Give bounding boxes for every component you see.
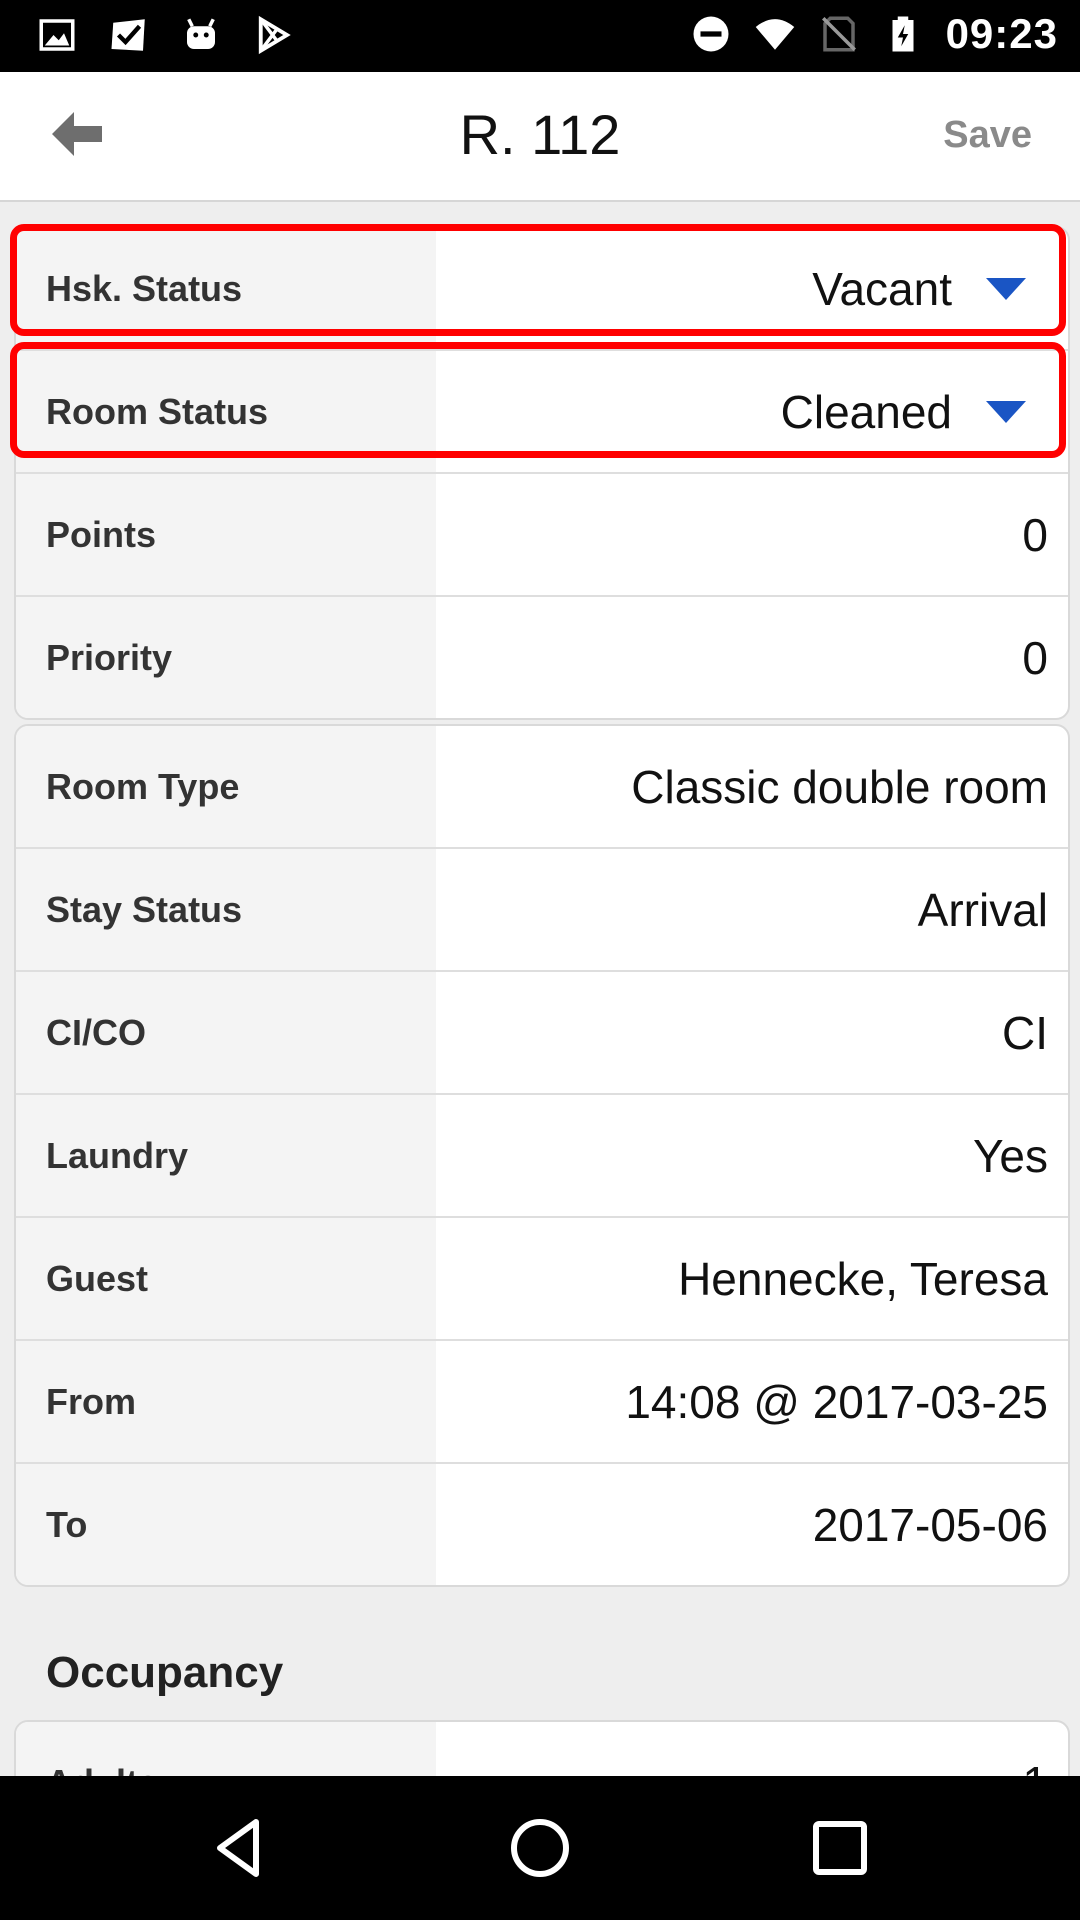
- ci-co-label: CI/CO: [16, 972, 436, 1093]
- points-value[interactable]: 0: [436, 474, 1068, 595]
- to-value: 2017-05-06: [812, 1498, 1048, 1551]
- to-row: To 2017-05-06: [16, 1462, 1068, 1585]
- adults-value[interactable]: 1: [436, 1722, 1068, 1777]
- ci-co-value: CI: [1002, 1006, 1048, 1059]
- image-icon: [39, 19, 75, 51]
- battery-charging-icon: [892, 16, 914, 52]
- room-status-value: Cleaned: [780, 385, 952, 438]
- room-type-value: Classic double room: [631, 760, 1048, 813]
- do-not-disturb-icon: [693, 16, 729, 52]
- guest-label: Guest: [16, 1218, 436, 1339]
- laundry-label: Laundry: [16, 1095, 436, 1216]
- status-card: Hsk. Status Vacant Room Status Cleaned P…: [14, 226, 1070, 720]
- wifi-icon: [755, 19, 794, 50]
- room-type-row: Room Type Classic double room: [16, 726, 1068, 847]
- clock: 09:23: [945, 10, 1058, 57]
- dropdown-arrow-icon[interactable]: [986, 277, 1026, 300]
- android-icon: [187, 18, 215, 49]
- from-value: 14:08 @ 2017-03-25: [625, 1375, 1048, 1428]
- guest-row: Guest Hennecke, Teresa: [16, 1216, 1068, 1339]
- priority-label: Priority: [16, 597, 436, 718]
- to-label: To: [16, 1464, 436, 1585]
- save-button[interactable]: Save: [943, 114, 1032, 157]
- room-type-label: Room Type: [16, 726, 436, 847]
- room-details-card: Room Type Classic double room Stay Statu…: [14, 724, 1070, 1587]
- priority-row[interactable]: Priority 0: [16, 595, 1068, 718]
- from-label: From: [16, 1341, 436, 1462]
- priority-value[interactable]: 0: [436, 597, 1068, 718]
- hsk-status-dropdown[interactable]: Vacant: [436, 228, 1068, 349]
- app-bar: R. 112 Save: [0, 72, 1080, 202]
- stay-status-value: Arrival: [917, 883, 1048, 936]
- room-status-row[interactable]: Room Status Cleaned: [16, 349, 1068, 472]
- points-label: Points: [16, 474, 436, 595]
- laundry-value: Yes: [972, 1129, 1048, 1182]
- status-bar: 09:23: [0, 0, 1080, 72]
- stay-status-label: Stay Status: [16, 849, 436, 970]
- adults-row[interactable]: Adults 1: [16, 1722, 1068, 1776]
- room-detail-content[interactable]: Hsk. Status Vacant Room Status Cleaned P…: [0, 202, 1080, 1776]
- adults-label: Adults: [16, 1722, 436, 1776]
- no-sim-icon: [821, 16, 856, 52]
- check-icon: [111, 19, 145, 51]
- room-status-dropdown[interactable]: Cleaned: [436, 351, 1068, 472]
- ci-co-row: CI/CO CI: [16, 970, 1068, 1093]
- points-row[interactable]: Points 0: [16, 472, 1068, 595]
- laundry-row: Laundry Yes: [16, 1093, 1068, 1216]
- navigation-bar: [0, 1776, 1080, 1920]
- play-store-icon: [258, 15, 291, 55]
- nav-recents-icon[interactable]: [804, 1812, 876, 1884]
- occupancy-card: Adults 1: [14, 1720, 1070, 1776]
- hsk-status-row[interactable]: Hsk. Status Vacant: [16, 228, 1068, 349]
- guest-value: Hennecke, Teresa: [678, 1252, 1048, 1305]
- stay-status-row: Stay Status Arrival: [16, 847, 1068, 970]
- hsk-status-label: Hsk. Status: [16, 228, 436, 349]
- from-row: From 14:08 @ 2017-03-25: [16, 1339, 1068, 1462]
- nav-home-icon[interactable]: [504, 1812, 576, 1884]
- occupancy-heading: Occupancy: [46, 1648, 284, 1697]
- page-title: R. 112: [459, 103, 621, 166]
- room-status-label: Room Status: [16, 351, 436, 472]
- dropdown-arrow-icon[interactable]: [986, 400, 1026, 423]
- nav-back-icon[interactable]: [204, 1812, 276, 1884]
- hsk-status-value: Vacant: [812, 262, 952, 315]
